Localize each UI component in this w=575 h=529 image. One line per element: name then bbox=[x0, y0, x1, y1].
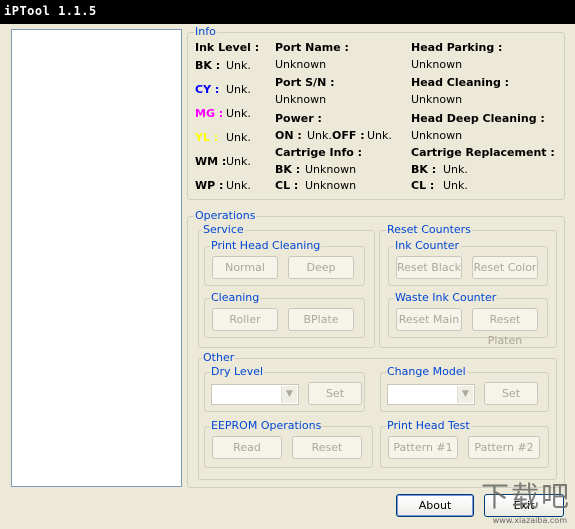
power-on-value: Unk. bbox=[307, 129, 332, 142]
ink-cy-label: CY : bbox=[195, 83, 220, 96]
repl-bk-label: BK : bbox=[411, 163, 437, 176]
eeprom-label: EEPROM Operations bbox=[210, 419, 323, 432]
ink-yl-label: YL : bbox=[195, 131, 219, 144]
bplate-button[interactable]: BPlate bbox=[288, 308, 354, 331]
app-window: iPTool 1.1.5 Info Ink Level : BK : Unk. … bbox=[0, 0, 575, 529]
normal-button[interactable]: Normal bbox=[212, 256, 278, 279]
cartridge-info-label: Cartrige Info : bbox=[275, 146, 363, 159]
ink-wm-value: Unk. bbox=[226, 155, 251, 168]
pattern-1-button[interactable]: Pattern #1 bbox=[388, 436, 458, 459]
dry-level-set-button[interactable]: Set bbox=[308, 382, 362, 405]
power-off-label: OFF : bbox=[332, 129, 365, 142]
reset-color-button[interactable]: Reset Color bbox=[472, 256, 538, 279]
power-label: Power : bbox=[275, 112, 322, 125]
power-on-label: ON : bbox=[275, 129, 302, 142]
ink-bk-label: BK : bbox=[195, 59, 221, 72]
pattern-2-button[interactable]: Pattern #2 bbox=[468, 436, 540, 459]
ink-mg-label: MG : bbox=[195, 107, 224, 120]
about-button[interactable]: About bbox=[396, 494, 474, 517]
cleaning-label: Cleaning bbox=[210, 291, 261, 304]
dry-level-select[interactable]: ▼ bbox=[211, 384, 299, 405]
ink-bk-value: Unk. bbox=[226, 59, 251, 72]
head-parking-value: Unknown bbox=[411, 58, 463, 71]
chevron-down-icon[interactable]: ▼ bbox=[457, 386, 473, 403]
ink-wm-label: WM : bbox=[195, 155, 227, 168]
change-model-set-button[interactable]: Set bbox=[484, 382, 538, 405]
port-name-value: Unknown bbox=[275, 58, 327, 71]
port-sn-value: Unknown bbox=[275, 93, 327, 106]
cart-cl-label: CL : bbox=[275, 179, 299, 192]
cart-bk-value: Unknown bbox=[305, 163, 357, 176]
reset-platen-button[interactable]: Reset Platen bbox=[472, 308, 538, 347]
change-model-label: Change Model bbox=[386, 365, 467, 378]
reset-black-button[interactable]: Reset Black bbox=[396, 256, 462, 279]
reset-counters-label: Reset Counters bbox=[386, 223, 472, 236]
ink-level-label: Ink Level : bbox=[195, 41, 260, 54]
change-model-select[interactable]: ▼ bbox=[387, 384, 475, 405]
info-group-label: Info bbox=[194, 25, 217, 38]
head-deep-cleaning-label: Head Deep Cleaning : bbox=[411, 112, 545, 125]
repl-cl-label: CL : bbox=[411, 179, 435, 192]
head-cleaning-label: Head Cleaning : bbox=[411, 76, 510, 89]
waste-ink-counter-label: Waste Ink Counter bbox=[394, 291, 498, 304]
other-group-label: Other bbox=[202, 351, 236, 364]
ink-wp-value: Unk. bbox=[226, 179, 251, 192]
ink-yl-value: Unk. bbox=[226, 131, 251, 144]
head-deep-cleaning-value: Unknown bbox=[411, 129, 463, 142]
reset-main-button[interactable]: Reset Main bbox=[396, 308, 462, 331]
read-button[interactable]: Read bbox=[212, 436, 282, 459]
deep-button[interactable]: Deep bbox=[288, 256, 354, 279]
watermark-url: www.xiazaiba.com bbox=[492, 516, 567, 525]
chevron-down-icon[interactable]: ▼ bbox=[281, 386, 297, 403]
window-title: iPTool 1.1.5 bbox=[4, 4, 97, 18]
cart-cl-value: Unknown bbox=[305, 179, 357, 192]
roller-button[interactable]: Roller bbox=[212, 308, 278, 331]
power-off-value: Unk. bbox=[367, 129, 392, 142]
port-sn-label: Port S/N : bbox=[275, 76, 335, 89]
ink-cy-value: Unk. bbox=[226, 83, 251, 96]
dry-level-label: Dry Level bbox=[210, 365, 265, 378]
operations-group-label: Operations bbox=[194, 209, 257, 222]
service-group-label: Service bbox=[202, 223, 245, 236]
print-head-test-label: Print Head Test bbox=[386, 419, 471, 432]
head-cleaning-value: Unknown bbox=[411, 93, 463, 106]
cart-bk-label: BK : bbox=[275, 163, 301, 176]
device-list[interactable] bbox=[11, 29, 182, 487]
port-name-label: Port Name : bbox=[275, 41, 349, 54]
reset-eeprom-button[interactable]: Reset bbox=[292, 436, 362, 459]
head-parking-label: Head Parking : bbox=[411, 41, 503, 54]
print-head-cleaning-label: Print Head Cleaning bbox=[210, 239, 322, 252]
watermark-logo: 下载吧 bbox=[480, 480, 571, 513]
title-bar[interactable]: iPTool 1.1.5 bbox=[0, 0, 575, 24]
cartridge-replacement-label: Cartrige Replacement : bbox=[411, 146, 555, 159]
repl-cl-value: Unk. bbox=[443, 179, 468, 192]
repl-bk-value: Unk. bbox=[443, 163, 468, 176]
ink-mg-value: Unk. bbox=[226, 107, 251, 120]
ink-counter-label: Ink Counter bbox=[394, 239, 461, 252]
ink-wp-label: WP : bbox=[195, 179, 224, 192]
